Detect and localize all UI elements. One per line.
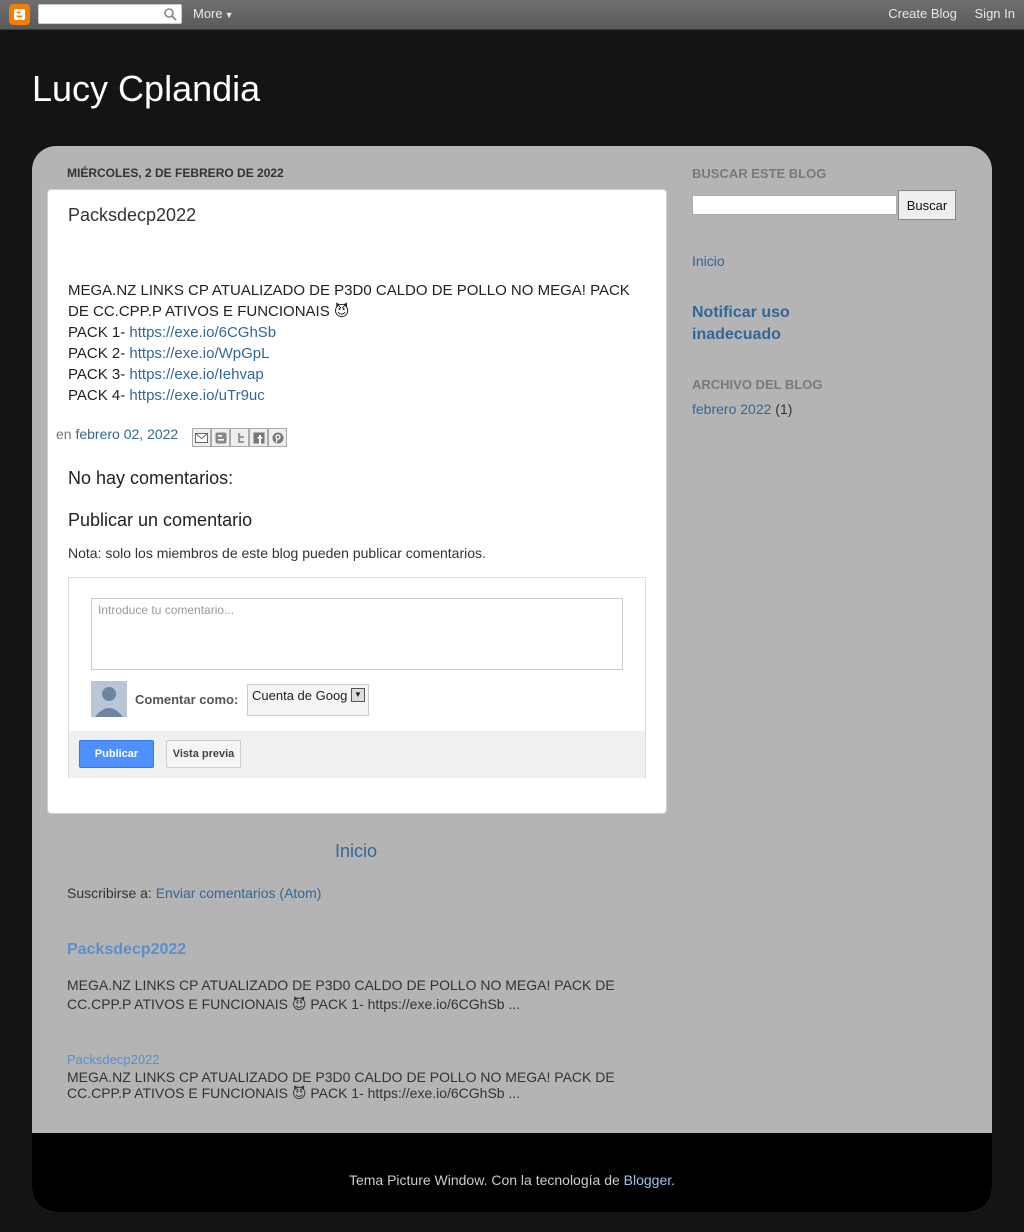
email-glyph	[195, 432, 208, 443]
navbar-search	[38, 4, 182, 24]
pack-label: PACK 4-	[68, 387, 130, 404]
blog-title[interactable]: Lucy Cplandia	[32, 68, 260, 110]
publish-comment-title: Publicar un comentario	[68, 510, 253, 530]
archive-count: (1)	[771, 401, 793, 417]
search-icon[interactable]	[163, 7, 178, 22]
more-label: More	[193, 6, 223, 21]
blog-search-button[interactable]: Buscar	[898, 190, 956, 220]
pack-link[interactable]: https://exe.io/WpGpL	[129, 345, 269, 362]
archive-widget-title: Archivo del blog	[692, 377, 823, 392]
post-body: MEGA.NZ LINKS CP ATUALIZADO DE P3D0 CALD…	[68, 280, 648, 406]
subscribe-prefix: Suscribirse a:	[67, 885, 156, 901]
pinterest-icon[interactable]	[268, 428, 287, 447]
footer-attribution: Tema Picture Window. Con la tecnología d…	[32, 1172, 992, 1188]
twitter-glyph	[237, 432, 244, 443]
avatar-icon	[91, 681, 127, 717]
post-card: Packsdecp2022 MEGA.NZ LINKS CP ATUALIZAD…	[47, 189, 667, 814]
avatar-silhouette	[91, 681, 127, 717]
archive-item: febrero 2022 (1)	[692, 401, 792, 417]
post-title: Packsdecp2022	[68, 205, 197, 225]
blogger-navbar: More ▼ Create Blog Sign In	[0, 0, 1024, 30]
pack-label: PACK 2-	[68, 345, 130, 362]
navbar-right: Create Blog Sign In	[874, 6, 1015, 21]
post-body-line: MEGA.NZ LINKS CP ATUALIZADO DE P3D0 CALD…	[68, 282, 630, 299]
comment-input[interactable]: Introduce tu comentario...	[91, 598, 623, 670]
archive-month-link[interactable]: febrero 2022	[692, 401, 771, 417]
facebook-icon[interactable]	[249, 428, 268, 447]
footer-text: Tema Picture Window. Con la tecnología d…	[348, 1172, 624, 1188]
footer: Tema Picture Window. Con la tecnología d…	[32, 1133, 992, 1212]
pack-line: PACK 1- https://exe.io/6CGhSb	[68, 322, 648, 343]
pack-link[interactable]: https://exe.io/6CGhSb	[129, 324, 276, 341]
post-body-line: DE CC.CPP.P ATIVOS E FUNCIONAIS 😈	[68, 303, 350, 320]
facebook-glyph	[253, 432, 264, 444]
dropdown-arrow-icon: ▼	[351, 688, 365, 702]
twitter-icon[interactable]	[230, 428, 249, 447]
blogger-logo-icon[interactable]	[9, 4, 30, 25]
post-timestamp-link[interactable]: febrero 02, 2022	[75, 426, 178, 442]
footer-period: .	[671, 1172, 676, 1188]
report-abuse-link[interactable]: Notificar uso inadecuado	[692, 302, 832, 346]
pinterest-glyph	[272, 432, 283, 443]
blog-search-input[interactable]	[692, 195, 897, 215]
publish-button[interactable]: Publicar	[79, 740, 154, 768]
pack-link[interactable]: https://exe.io/Iehvap	[129, 366, 263, 383]
preview-button[interactable]: Vista previa	[166, 740, 241, 768]
comments-title: No hay comentarios:	[68, 468, 234, 488]
share-buttons	[192, 428, 287, 448]
post-footer-prefix: en	[56, 426, 76, 442]
comment-as-label: Comentar como:	[135, 692, 239, 707]
pack-line: PACK 4- https://exe.io/uTr9uc	[68, 385, 648, 406]
create-blog-link[interactable]: Create Blog	[888, 6, 957, 21]
pack-label: PACK 1-	[68, 324, 130, 341]
date-header: miércoles, 2 de febrero de 2022	[67, 166, 284, 180]
subscribe-row: Suscribirse a: Enviar comentarios (Atom)	[67, 885, 321, 901]
chevron-down-icon: ▼	[224, 10, 234, 20]
comment-form: Introduce tu comentario... Comentar como…	[68, 577, 646, 778]
popular-post-snippet: MEGA.NZ LINKS CP ATUALIZADO DE P3D0 CALD…	[67, 977, 615, 1012]
blogger-b-glyph	[14, 9, 25, 20]
comment-actions: Publicar Vista previa	[69, 731, 645, 778]
atom-feed-link[interactable]: Enviar comentarios (Atom)	[156, 885, 322, 901]
sign-in-link[interactable]: Sign In	[975, 6, 1015, 21]
blogthis-icon[interactable]	[211, 428, 230, 447]
comment-as-select[interactable]: Cuenta de Goog ▼	[247, 684, 369, 716]
featured-post-snippet: MEGA.NZ LINKS CP ATUALIZADO DE P3D0 CALD…	[67, 1069, 615, 1101]
pack-link[interactable]: https://exe.io/uTr9uc	[129, 387, 264, 404]
popular-post-title[interactable]: Packsdecp2022	[67, 941, 186, 959]
content-outer: miércoles, 2 de febrero de 2022 Packsdec…	[32, 146, 992, 1212]
pack-line: PACK 3- https://exe.io/Iehvap	[68, 364, 648, 385]
blogthis-glyph	[215, 432, 226, 443]
sidebar-home-link[interactable]: Inicio	[692, 253, 725, 269]
more-menu[interactable]: More ▼	[193, 6, 234, 21]
comment-as-selected: Cuenta de Goog	[252, 688, 348, 703]
search-widget-title: Buscar este blog	[692, 166, 827, 181]
post-footer: en febrero 02, 2022	[56, 426, 178, 442]
home-link[interactable]: Inicio	[335, 841, 377, 862]
pack-line: PACK 2- https://exe.io/WpGpL	[68, 343, 648, 364]
featured-post-title[interactable]: Packsdecp2022	[67, 1052, 160, 1067]
blogger-link[interactable]: Blogger	[624, 1172, 671, 1188]
navbar-search-input[interactable]	[39, 5, 157, 23]
comment-note: Nota: solo los miembros de este blog pue…	[68, 545, 486, 561]
pack-label: PACK 3-	[68, 366, 130, 383]
email-icon[interactable]	[192, 428, 211, 447]
